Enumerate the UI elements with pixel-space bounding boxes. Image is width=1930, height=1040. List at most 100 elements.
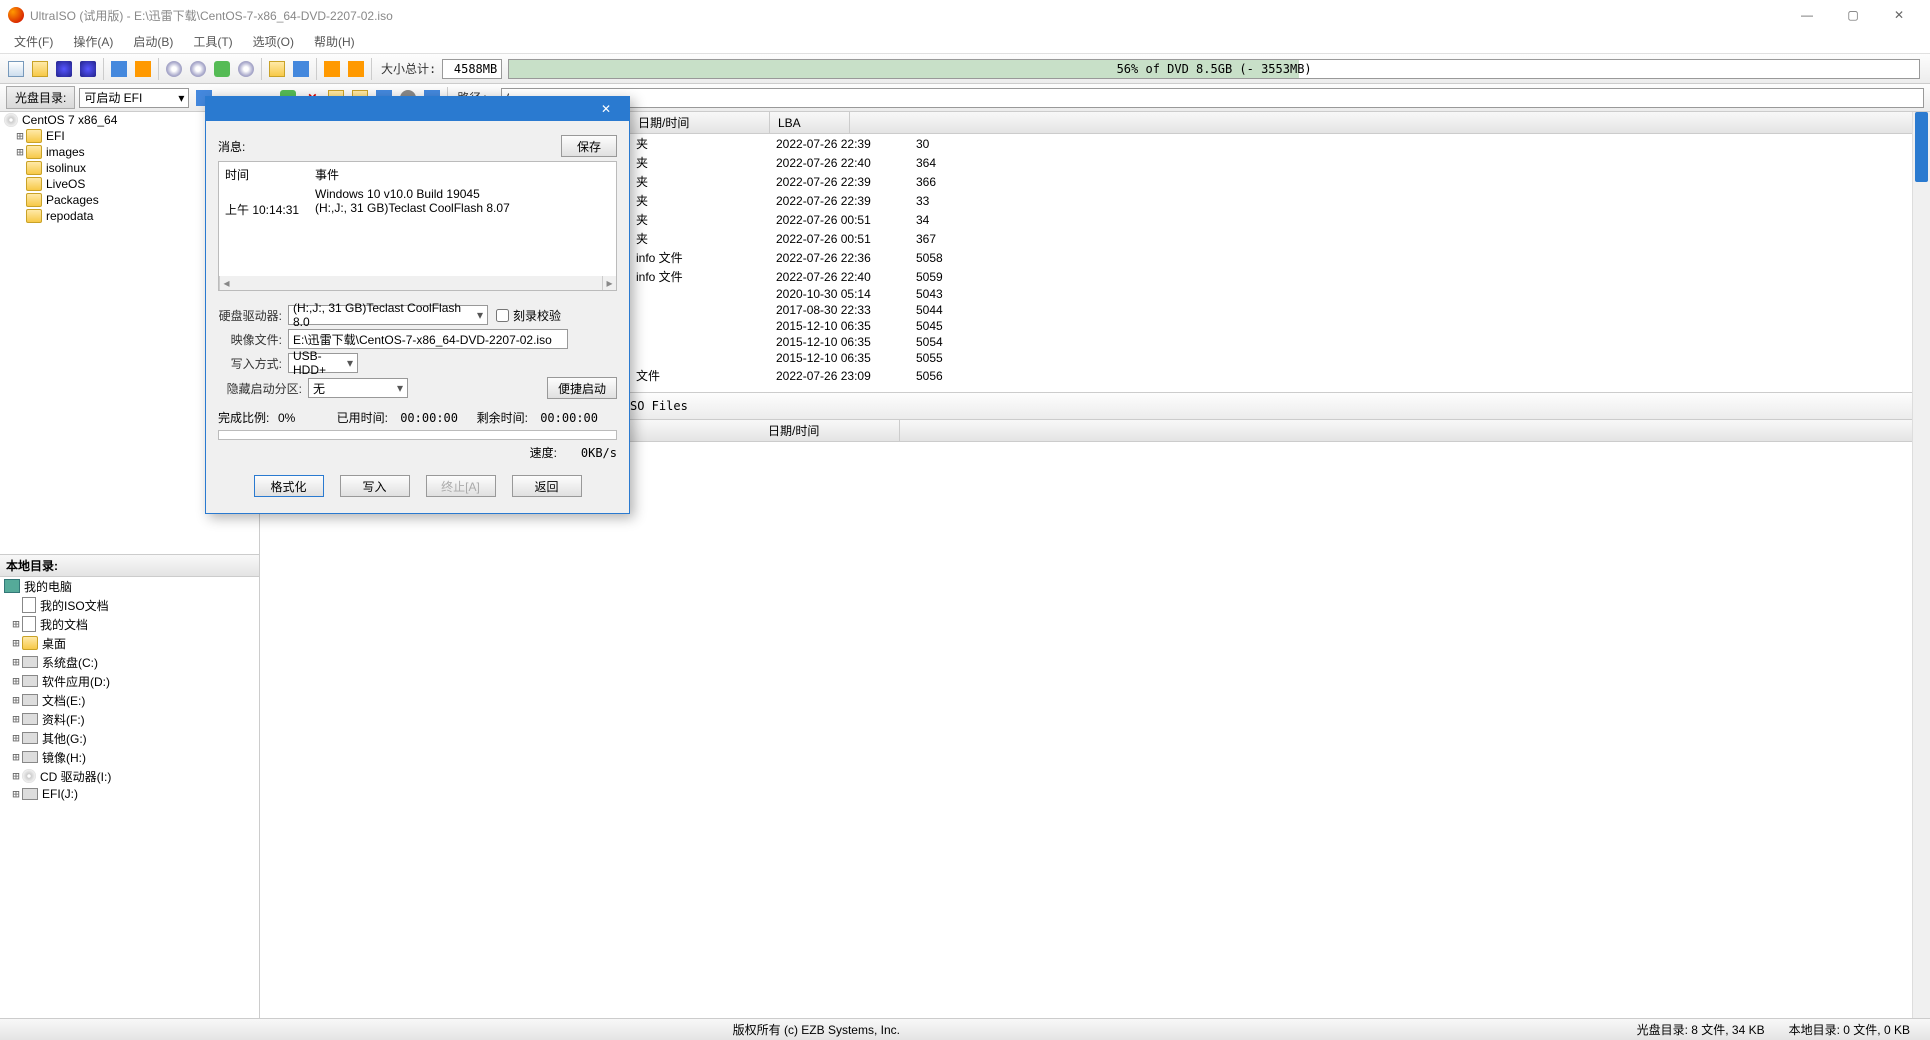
tree-item[interactable]: ⊞桌面 <box>0 634 259 653</box>
list-row[interactable]: 2020-10-30 05:145043 <box>630 286 1930 302</box>
elapsed-value: 00:00:00 <box>388 411 458 425</box>
local-root[interactable]: 我的电脑 <box>0 577 259 596</box>
quick-boot-button[interactable]: 便捷启动 <box>547 377 617 399</box>
list-row[interactable]: 夹2022-07-26 00:5134 <box>630 210 1930 229</box>
return-button[interactable]: 返回 <box>512 475 582 497</box>
folder-icon <box>26 193 42 207</box>
speed-value: 0KB/s <box>557 446 617 460</box>
tb-btn-11[interactable] <box>266 58 288 80</box>
tree-item[interactable]: ⊞其他(G:) <box>0 729 259 748</box>
local-tree-panel: 我的电脑 我的ISO文档 ⊞我的文档 ⊞桌面 ⊞系统盘(C:) ⊞软件应用(D:… <box>0 577 259 1019</box>
disc-dir-label: 光盘目录: <box>6 86 75 109</box>
list-row[interactable]: 2015-12-10 06:355045 <box>630 318 1930 334</box>
open-button[interactable] <box>29 58 51 80</box>
tree-item[interactable]: 我的ISO文档 <box>0 596 259 615</box>
statusbar: 版权所有 (c) EZB Systems, Inc. 光盘目录: 8 文件, 3… <box>0 1018 1930 1040</box>
write-button[interactable]: 写入 <box>340 475 410 497</box>
verify-checkbox[interactable]: 刻录校验 <box>496 307 561 324</box>
dialog-close-button[interactable]: ✕ <box>591 102 621 116</box>
list-row[interactable]: 夹2022-07-26 22:40364 <box>630 153 1930 172</box>
write-method-label: 写入方式: <box>218 355 288 372</box>
image-file-input[interactable]: E:\迅雷下载\CentOS-7-x86_64-DVD-2207-02.iso <box>288 329 568 349</box>
list-row[interactable]: info 文件2022-07-26 22:405059 <box>630 267 1930 286</box>
tb-btn-12[interactable] <box>290 58 312 80</box>
speed-label: 速度: <box>530 444 557 461</box>
msg-label: 消息: <box>218 138 245 155</box>
list-row[interactable]: 夹2022-07-26 22:3933 <box>630 191 1930 210</box>
list-row[interactable]: 2015-12-10 06:355055 <box>630 350 1930 366</box>
tb-btn-13[interactable] <box>321 58 343 80</box>
drive-icon <box>22 751 38 763</box>
folder-icon <box>26 209 42 223</box>
list-row[interactable]: 夹2022-07-26 00:51367 <box>630 229 1930 248</box>
col-date-local[interactable]: 日期/时间 <box>760 420 900 441</box>
write-method-combo[interactable]: USB-HDD+▾ <box>288 353 358 373</box>
tb-btn-9[interactable] <box>211 58 233 80</box>
col-lba[interactable]: LBA <box>770 112 850 133</box>
scroll-thumb[interactable] <box>1915 112 1928 182</box>
disk-drive-combo[interactable]: (H:,J:, 31 GB)Teclast CoolFlash 8.0▾ <box>288 305 488 325</box>
list-row[interactable]: 2017-08-30 22:335044 <box>630 302 1930 318</box>
tb-btn-7[interactable] <box>163 58 185 80</box>
hide-partition-label: 隐藏启动分区: <box>218 380 308 397</box>
boot-mode-combo[interactable]: 可启动 EFI▾ <box>79 88 189 108</box>
save-button[interactable] <box>53 58 75 80</box>
hide-partition-combo[interactable]: 无▾ <box>308 378 408 398</box>
local-path-text: SO Files <box>630 399 688 413</box>
tb-btn-6[interactable] <box>132 58 154 80</box>
new-button[interactable] <box>5 58 27 80</box>
drive-icon <box>22 713 38 725</box>
done-pct-value: 0% <box>278 411 328 425</box>
tree-item[interactable]: ⊞软件应用(D:) <box>0 672 259 691</box>
tb-btn-10[interactable] <box>235 58 257 80</box>
menu-help[interactable]: 帮助(H) <box>304 31 365 52</box>
minimize-button[interactable]: — <box>1784 0 1830 30</box>
cd-icon <box>22 769 36 783</box>
menu-boot[interactable]: 启动(B) <box>123 31 183 52</box>
menu-action[interactable]: 操作(A) <box>63 31 123 52</box>
close-button[interactable]: ✕ <box>1876 0 1922 30</box>
tb-btn-5[interactable] <box>108 58 130 80</box>
format-button[interactable]: 格式化 <box>254 475 324 497</box>
size-total-label: 大小总计: <box>375 60 442 77</box>
capacity-progress-text: 56% of DVD 8.5GB (- 3553MB) <box>1117 62 1312 76</box>
tree-item[interactable]: ⊞系统盘(C:) <box>0 653 259 672</box>
tb-btn-8[interactable] <box>187 58 209 80</box>
maximize-button[interactable]: ▢ <box>1830 0 1876 30</box>
drive-icon <box>22 656 38 668</box>
tree-item[interactable]: ⊞文档(E:) <box>0 691 259 710</box>
tree-item[interactable]: ⊞资料(F:) <box>0 710 259 729</box>
disc-icon <box>4 113 18 127</box>
main-toolbar: 大小总计: 56% of DVD 8.5GB (- 3553MB) <box>0 54 1930 84</box>
col-date[interactable]: 日期/时间 <box>630 112 770 133</box>
dialog-titlebar[interactable]: ✕ <box>206 97 629 121</box>
disk-drive-label: 硬盘驱动器: <box>218 307 288 324</box>
tree-item[interactable]: ⊞我的文档 <box>0 615 259 634</box>
tree-item[interactable]: ⊞EFI(J:) <box>0 786 259 802</box>
menu-tools[interactable]: 工具(T) <box>183 31 242 52</box>
menu-options[interactable]: 选项(O) <box>243 31 304 52</box>
doc-icon <box>22 616 36 632</box>
tree-item[interactable]: ⊞镜像(H:) <box>0 748 259 767</box>
size-total-value[interactable] <box>442 59 502 79</box>
copyright-text: 版权所有 (c) EZB Systems, Inc. <box>721 1021 912 1038</box>
list-row[interactable]: 夹2022-07-26 22:3930 <box>630 134 1930 153</box>
tb-btn-14[interactable] <box>345 58 367 80</box>
save-log-button[interactable]: 保存 <box>561 135 617 157</box>
folder-icon <box>26 145 42 159</box>
list-row[interactable]: info 文件2022-07-26 22:365058 <box>630 248 1930 267</box>
menu-file[interactable]: 文件(F) <box>4 31 63 52</box>
computer-icon <box>4 579 20 593</box>
saveas-button[interactable] <box>77 58 99 80</box>
titlebar: UltraISO (试用版) - E:\迅雷下载\CentOS-7-x86_64… <box>0 0 1930 30</box>
tree-item[interactable]: ⊞CD 驱动器(I:) <box>0 767 259 786</box>
list-row[interactable]: 文件2022-07-26 23:095056 <box>630 366 1930 385</box>
disc-stats: 光盘目录: 8 文件, 34 KB <box>1625 1021 1777 1038</box>
drive-icon <box>22 694 38 706</box>
list-row[interactable]: 2015-12-10 06:355054 <box>630 334 1930 350</box>
image-file-label: 映像文件: <box>218 331 288 348</box>
drive-icon <box>22 732 38 744</box>
scrollbar[interactable] <box>1912 112 1930 1018</box>
list-row[interactable]: 夹2022-07-26 22:39366 <box>630 172 1930 191</box>
local-dir-header: 本地目录: <box>0 555 259 577</box>
